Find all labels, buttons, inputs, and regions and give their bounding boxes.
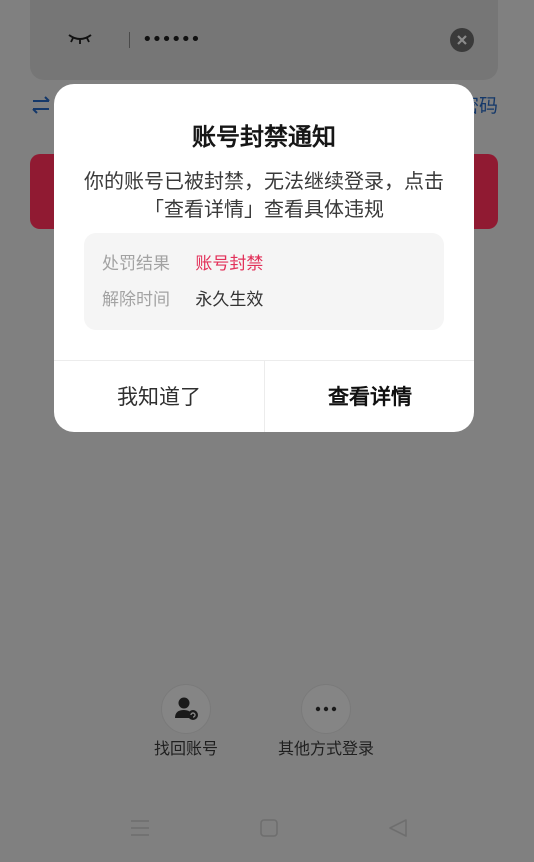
menu-icon[interactable]: [128, 816, 152, 840]
dialog-message: 你的账号已被封禁，无法继续登录，点击「查看详情」查看具体违规: [84, 169, 444, 221]
back-icon[interactable]: [386, 816, 410, 840]
dismiss-button[interactable]: 我知道了: [54, 361, 264, 432]
release-time-label: 解除时间: [102, 290, 170, 310]
field-divider: [129, 32, 130, 48]
recover-account-label: 找回账号: [153, 739, 218, 758]
recover-account-button[interactable]: [161, 684, 211, 734]
ban-notice-dialog: 账号封禁通知 你的账号已被封禁，无法继续登录，点击「查看详情」查看具体违规 处罚…: [54, 84, 474, 432]
user-recover-icon: [175, 697, 198, 720]
view-details-button[interactable]: 查看详情: [265, 361, 474, 432]
other-login-button[interactable]: [301, 684, 351, 734]
dialog-footer: 我知道了 查看详情: [54, 360, 474, 432]
dialog-title: 账号封禁通知: [192, 123, 336, 151]
home-icon[interactable]: [257, 816, 281, 840]
clear-icon[interactable]: [450, 28, 474, 52]
release-time-row: 解除时间 永久生效: [102, 288, 263, 312]
eye-closed-icon[interactable]: [68, 32, 92, 46]
password-field[interactable]: ••••••: [30, 0, 498, 80]
other-login-label: 其他方式登录: [277, 739, 374, 758]
password-value: ••••••: [142, 29, 201, 50]
penalty-info-box: 处罚结果 账号封禁 解除时间 永久生效: [84, 233, 444, 330]
penalty-result-row: 处罚结果 账号封禁: [102, 252, 263, 276]
more-icon: [315, 706, 337, 712]
penalty-result-value: 账号封禁: [195, 254, 264, 274]
penalty-result-label: 处罚结果: [102, 254, 170, 274]
switch-icon[interactable]: [30, 94, 52, 116]
release-time-value: 永久生效: [195, 290, 264, 310]
